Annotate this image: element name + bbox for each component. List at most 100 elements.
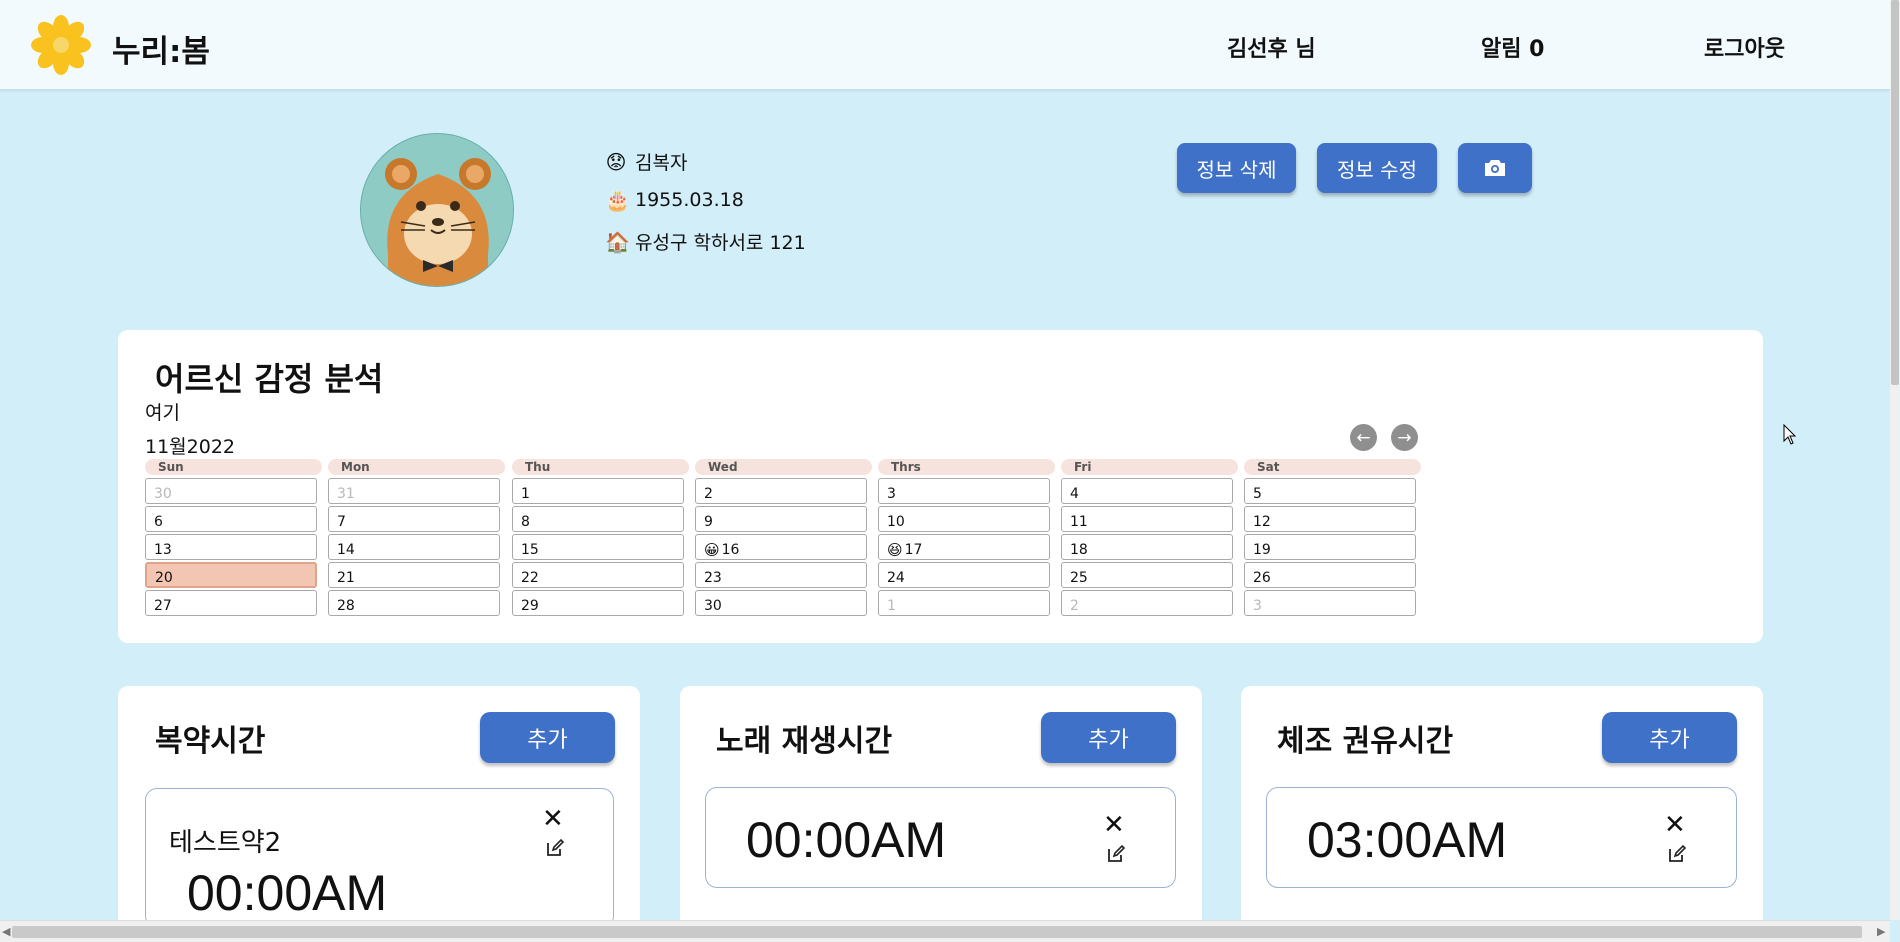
calendar-day[interactable]: 28 [328, 590, 500, 616]
calendar-day[interactable]: 26 [1244, 562, 1416, 588]
calendar-day-number: 12 [1253, 514, 1271, 530]
calendar-day-number: 30 [704, 598, 722, 614]
alarm-count: 0 [1529, 37, 1545, 62]
calendar-day-number: 17 [904, 542, 923, 558]
calendar-day[interactable]: 13 [145, 534, 317, 560]
calendar-day[interactable]: 19 [1244, 534, 1416, 560]
emotion-face-icon: 😀 [704, 541, 720, 559]
day-header-mon: Mon [328, 459, 505, 475]
medicine-title: 복약시간 [155, 724, 266, 759]
calendar-day[interactable]: 24 [878, 562, 1050, 588]
calendar-day-number: 13 [154, 542, 172, 558]
calendar-day[interactable]: 15 [512, 534, 684, 560]
calendar-day[interactable]: 1 [512, 478, 684, 504]
music-item-time: 00:00AM [746, 812, 947, 868]
calendar-day-number: 25 [1070, 570, 1088, 586]
calendar-day-number: 27 [154, 598, 172, 614]
calendar-day[interactable]: 31 [328, 478, 500, 504]
delete-info-button[interactable]: 정보 삭제 [1177, 143, 1296, 193]
app-title[interactable]: 누리:봄 [112, 26, 210, 71]
alarm-link[interactable]: 알림 0 [1481, 31, 1544, 63]
calendar-day[interactable]: 21 [328, 562, 500, 588]
calendar-day[interactable]: 9 [695, 506, 867, 532]
vertical-scroll-thumb[interactable] [1891, 0, 1899, 385]
cake-icon: 🎂 [605, 188, 630, 212]
emotion-title: 어르신 감정 분석 [155, 360, 384, 398]
sad-face-icon: 😟 [605, 149, 627, 174]
calendar-day[interactable]: 7 [328, 506, 500, 532]
medicine-delete-icon[interactable]: ✕ [542, 804, 564, 834]
calendar-day[interactable]: 3 [1244, 590, 1416, 616]
exercise-item-time: 03:00AM [1307, 812, 1508, 868]
calendar-day[interactable]: 29 [512, 590, 684, 616]
calendar-day[interactable]: 2 [1061, 590, 1233, 616]
horizontal-scroll-thumb[interactable] [12, 926, 1862, 938]
calendar-day-number: 8 [521, 514, 530, 530]
calendar-day-today[interactable]: 20 [145, 562, 317, 588]
calendar-day-number: 3 [887, 486, 896, 502]
camera-button[interactable] [1458, 143, 1532, 193]
prev-month-button[interactable]: ← [1350, 424, 1377, 451]
calendar-day[interactable]: 23 [695, 562, 867, 588]
calendar-day[interactable]: 11 [1061, 506, 1233, 532]
calendar-day-number: 15 [521, 542, 539, 558]
next-month-button[interactable]: → [1391, 424, 1418, 451]
profile-birth-row: 🎂 1955.03.18 [605, 188, 744, 212]
calendar-day[interactable]: 22 [512, 562, 684, 588]
mouse-cursor-icon [1783, 424, 1797, 445]
calendar-day-number: 10 [887, 514, 905, 530]
medicine-add-button[interactable]: 추가 [480, 712, 615, 763]
edit-info-button[interactable]: 정보 수정 [1317, 143, 1437, 193]
scroll-right-icon[interactable]: ▶ [1877, 925, 1885, 938]
vertical-scrollbar[interactable] [1890, 0, 1900, 920]
camera-icon [1485, 160, 1505, 176]
calendar-day[interactable]: 😆 17 [878, 534, 1050, 560]
music-add-button[interactable]: 추가 [1041, 712, 1176, 763]
calendar-day[interactable]: 3 [878, 478, 1050, 504]
calendar-day[interactable]: 10 [878, 506, 1050, 532]
calendar-day-number: 20 [155, 570, 173, 586]
location-note: 여기 [145, 402, 180, 424]
calendar-day[interactable]: 😀 16 [695, 534, 867, 560]
calendar-day-number: 2 [704, 486, 713, 502]
calendar-day[interactable]: 30 [145, 478, 317, 504]
calendar-day[interactable]: 18 [1061, 534, 1233, 560]
scroll-left-icon[interactable]: ◀ [2, 925, 10, 938]
profile-address: 유성구 학하서로 121 [635, 232, 806, 254]
calendar-day-number: 22 [521, 570, 539, 586]
calendar-day-number: 26 [1253, 570, 1271, 586]
calendar-day[interactable]: 12 [1244, 506, 1416, 532]
top-header: 누리:봄 김선후 님 알림 0 로그아웃 [0, 0, 1890, 90]
calendar-day-number: 5 [1253, 486, 1262, 502]
exercise-title: 체조 권유시간 [1277, 724, 1454, 759]
calendar-day[interactable]: 6 [145, 506, 317, 532]
music-delete-icon[interactable]: ✕ [1103, 810, 1125, 840]
day-header-thrs: Thrs [878, 459, 1055, 475]
calendar-day[interactable]: 4 [1061, 478, 1233, 504]
calendar-day[interactable]: 14 [328, 534, 500, 560]
exercise-edit-icon[interactable] [1667, 844, 1687, 864]
calendar-day[interactable]: 30 [695, 590, 867, 616]
profile-address-row: 🏠 유성구 학하서로 121 [605, 228, 806, 255]
calendar-day-number: 4 [1070, 486, 1079, 502]
calendar-month: 11월2022 [145, 436, 236, 458]
calendar-day[interactable]: 1 [878, 590, 1050, 616]
music-edit-icon[interactable] [1106, 844, 1126, 864]
medicine-edit-icon[interactable] [545, 838, 565, 858]
exercise-delete-icon[interactable]: ✕ [1664, 810, 1686, 840]
horizontal-scrollbar[interactable]: ◀ ▶ [0, 920, 1890, 942]
calendar-day-number: 6 [154, 514, 163, 530]
user-name: 김선후 님 [1227, 37, 1316, 62]
logout-link[interactable]: 로그아웃 [1704, 31, 1785, 63]
flower-logo-icon[interactable] [30, 14, 92, 76]
calendar-day-number: 29 [521, 598, 539, 614]
calendar-day[interactable]: 2 [695, 478, 867, 504]
calendar-day-number: 7 [337, 514, 346, 530]
calendar-day[interactable]: 5 [1244, 478, 1416, 504]
emotion-face-icon: 😆 [887, 541, 903, 559]
calendar-day-number: 24 [887, 570, 905, 586]
calendar-day[interactable]: 8 [512, 506, 684, 532]
exercise-add-button[interactable]: 추가 [1602, 712, 1737, 763]
calendar-day[interactable]: 27 [145, 590, 317, 616]
calendar-day[interactable]: 25 [1061, 562, 1233, 588]
